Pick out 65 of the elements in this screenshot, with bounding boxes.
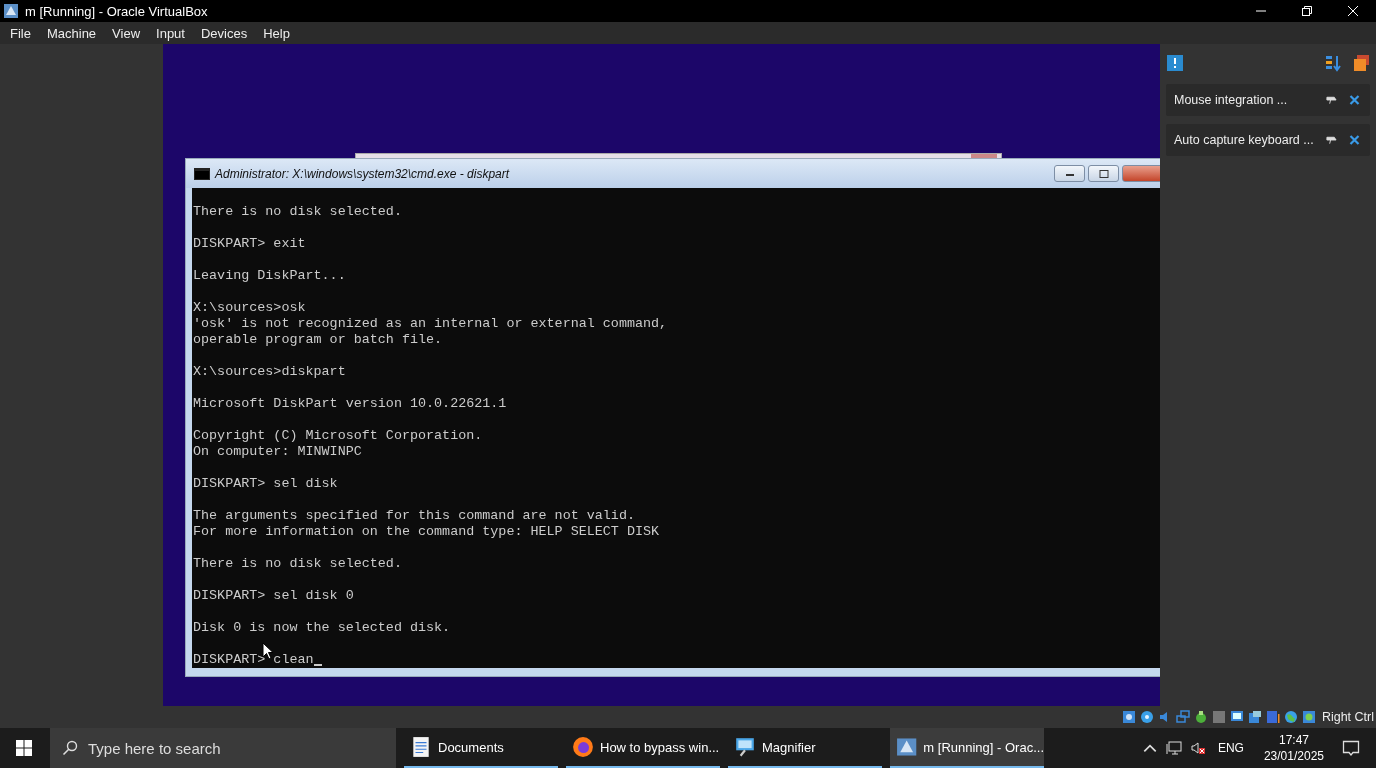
host-key-label: Right Ctrl [1321,710,1374,724]
menu-item[interactable]: Devices [192,25,256,41]
minimize-button[interactable] [1054,165,1085,182]
console-line: DISKPART> exit [193,236,306,252]
globe-icon[interactable] [1283,710,1298,724]
close-icon[interactable] [1349,95,1360,105]
menu-item[interactable]: Machine [38,25,105,41]
console-line: Copyright (C) Microsoft Corporation. [193,428,483,444]
vm-screen[interactable] [163,44,1160,706]
maximize-icon [1098,169,1109,178]
document-icon [410,736,432,758]
console-title: Administrator: X:\windows\system32\cmd.exe - diskpart [215,166,510,181]
taskbar-app[interactable]: Documents [404,728,558,768]
close-icon[interactable] [1349,135,1360,145]
menu-item[interactable]: View [104,25,149,41]
pin-icon[interactable] [1326,95,1337,105]
close-icon [1348,6,1358,16]
menu-item[interactable]: Input [148,25,193,41]
console-line: Microsoft DiskPart version 10.0.22621.1 [193,396,507,412]
browser-icon [572,736,594,758]
console-line: DISKPART> sel disk 0 [193,588,354,604]
muted-speaker-icon[interactable] [1189,740,1206,756]
console-line: Disk 0 is now the selected disk. [193,620,451,636]
menu-item[interactable]: Help [255,25,298,41]
network-icon[interactable] [1165,740,1182,756]
notification-icon[interactable] [1342,739,1360,757]
clock-time[interactable]: 17:47 [1278,732,1309,748]
console-line: X:\sources>osk [193,300,306,316]
console-line: 'osk' is not recognized as an internal or external command, [193,316,668,332]
window-title: m [Running] - Oracle VirtualBox [25,3,208,19]
notification-text: Mouse integration ... [1174,93,1289,107]
taskbar-app[interactable]: m [Running] - Orac... [890,728,1044,768]
taskbar-app[interactable]: How to bypass win... [566,728,720,768]
console-line: X:\sources>diskpart [193,364,346,380]
menu-item[interactable]: File [2,25,39,41]
language-indicator[interactable]: ENG [1217,741,1244,755]
console-line: DISKPART> clean [193,652,314,668]
text-cursor [313,664,322,666]
virtualbox-icon [896,736,918,758]
console-line: DISKPART> sel disk [193,476,338,492]
sort-icon[interactable] [1324,54,1342,72]
info-icon[interactable] [1166,54,1184,72]
console-icon [194,167,210,180]
pin-icon[interactable] [1326,135,1337,145]
console-line: There is no disk selected. [193,556,402,572]
console-line: For more information on the command type: HELP SELECT DISK [193,524,660,540]
console-line: On computer: MINWINPC [193,444,362,460]
taskbar-app[interactable]: Magnifier [728,728,882,768]
window-icon[interactable] [1247,710,1262,724]
search-field[interactable]: Type here to search [50,728,396,768]
maximize-button[interactable] [1088,165,1119,182]
search-icon [62,740,78,756]
console-line: The arguments specified for this command are not valid. [193,508,635,524]
notification-text: Auto capture keyboard ... [1174,133,1314,147]
clock-date[interactable]: 23/01/2025 [1263,748,1324,764]
windows-logo [16,740,32,756]
stack-icon[interactable] [1352,54,1370,72]
disc-icon[interactable] [1139,710,1154,724]
monitor-icon[interactable] [1229,710,1244,724]
monitor-icon [734,736,756,758]
console-line: There is no disk selected. [193,204,402,220]
console-line: operable program or batch file. [193,332,443,348]
virtualbox-icon [3,3,19,19]
restore-icon [1302,6,1312,16]
console-line: Leaving DiskPart... [193,268,346,284]
